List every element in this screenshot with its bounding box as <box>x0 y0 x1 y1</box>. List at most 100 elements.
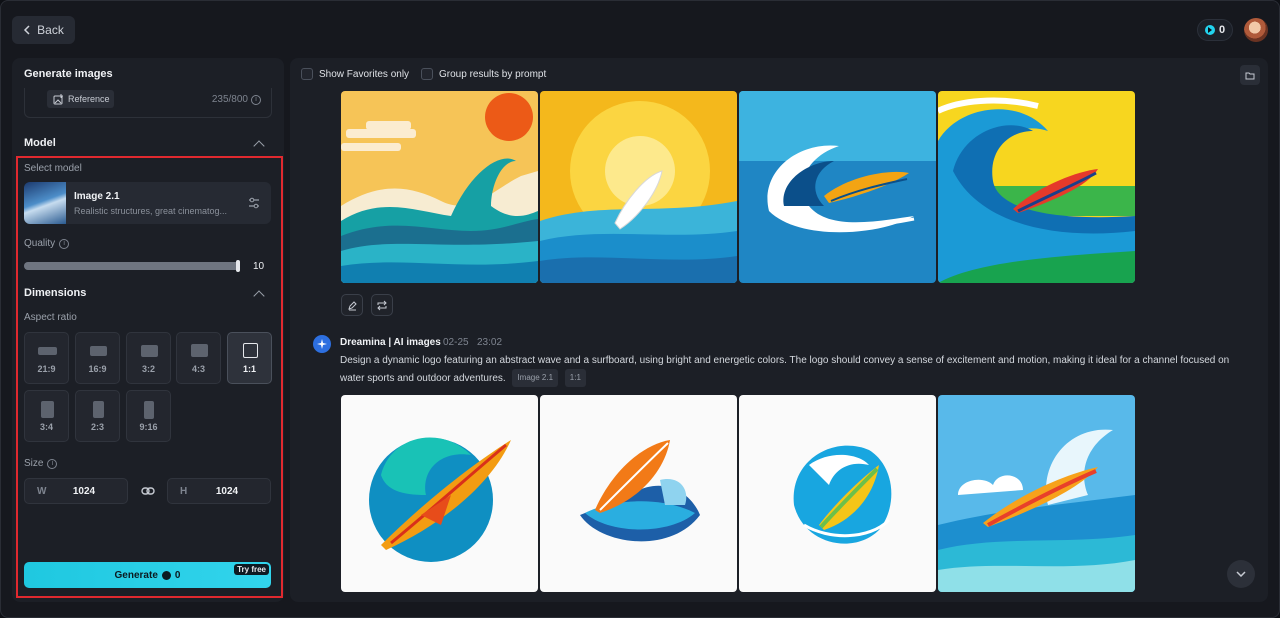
entry-date: 02-25 <box>443 337 469 348</box>
credit-coin-icon <box>1204 25 1215 35</box>
ratio-16-9[interactable]: 16:9 <box>75 332 120 384</box>
ratio-label: 9:16 <box>139 422 158 432</box>
dreamina-logo-icon <box>313 335 331 353</box>
logo-orange-board-image <box>540 395 737 592</box>
logo-swirl-board-image <box>739 395 936 592</box>
generate-label: Generate <box>114 569 158 581</box>
prompt-input[interactable]: Reference 235/800 i <box>24 88 272 118</box>
prompt-text: Design a dynamic logo featuring an abstr… <box>340 353 1235 387</box>
height-field[interactable]: H 1024 <box>167 478 271 504</box>
ratio-shape-icon <box>141 345 158 357</box>
scroll-down-button[interactable] <box>1227 560 1255 588</box>
surfboard-sun-image <box>540 91 737 283</box>
info-icon: i <box>47 458 58 469</box>
back-button[interactable]: Back <box>12 16 75 44</box>
generate-cost: 0 <box>174 569 181 581</box>
ratio-tag: 1:1 <box>564 369 586 387</box>
size-label: Size <box>24 458 44 469</box>
ratio-3-2[interactable]: 3:2 <box>126 332 171 384</box>
entry-time: 23:02 <box>477 337 503 348</box>
aspect-ratio-label: Aspect ratio <box>24 312 77 323</box>
surf-wave-image <box>938 395 1135 592</box>
reference-label: Reference <box>68 94 110 104</box>
model-selector[interactable]: Image 2.1 Realistic structures, great ci… <box>24 182 271 224</box>
ratio-shape-icon <box>191 344 208 357</box>
logo-wave-board-image <box>341 395 538 592</box>
image-add-icon <box>53 93 63 104</box>
model-thumbnail <box>24 182 66 224</box>
ratio-3-4[interactable]: 3:4 <box>24 390 69 442</box>
select-model-label: Select model <box>24 163 82 174</box>
settings-sliders-icon[interactable] <box>247 196 261 210</box>
quality-label-row: Quality i <box>24 238 70 249</box>
credits-badge[interactable]: 0 <box>1197 19 1233 41</box>
regenerate-button[interactable] <box>371 294 393 316</box>
ratio-label: 3:2 <box>141 364 155 374</box>
panel-title: Generate images <box>24 68 113 80</box>
ratio-label: 16:9 <box>88 364 107 374</box>
ratio-label: 2:3 <box>90 422 104 432</box>
show-favorites-toggle[interactable]: Show Favorites only <box>301 68 409 80</box>
ratio-9-16[interactable]: 9:16 <box>126 390 171 442</box>
ratio-4-3[interactable]: 4:3 <box>176 332 221 384</box>
chevron-left-icon <box>24 25 30 35</box>
folder-icon <box>1245 72 1255 79</box>
ratio-1-1[interactable]: 1:1 <box>227 332 272 384</box>
width-field[interactable]: W 1024 <box>24 478 128 504</box>
top-bar: Back 0 <box>0 0 1280 58</box>
height-prefix: H <box>180 486 188 497</box>
ratio-shape-icon <box>144 401 154 419</box>
wave-yellow-image <box>938 91 1135 283</box>
ratio-label: 21:9 <box>37 364 56 374</box>
ratio-21-9[interactable]: 21:9 <box>24 332 69 384</box>
height-value: 1024 <box>215 486 239 497</box>
quality-slider-handle[interactable] <box>236 260 240 272</box>
checkbox[interactable] <box>301 68 313 80</box>
edit-button[interactable] <box>341 294 363 316</box>
author-name: Dreamina | AI images <box>340 337 441 348</box>
quality-slider-fill <box>24 262 240 270</box>
dimensions-title: Dimensions <box>24 287 87 299</box>
generated-image[interactable] <box>341 395 538 592</box>
wave-logo-image <box>739 91 936 283</box>
ratio-shape-icon <box>93 401 104 418</box>
width-prefix: W <box>37 486 47 497</box>
model-name: Image 2.1 <box>74 191 120 202</box>
ratio-label: 3:4 <box>39 422 53 432</box>
checkbox[interactable] <box>421 68 433 80</box>
ratio-shape-icon <box>41 401 54 418</box>
link-icon[interactable] <box>141 486 155 496</box>
folder-button[interactable] <box>1240 65 1260 85</box>
generated-image[interactable] <box>341 91 538 283</box>
prompt-body: Design a dynamic logo featuring an abstr… <box>340 355 1230 384</box>
generated-image[interactable] <box>938 395 1135 592</box>
generated-image[interactable] <box>739 91 936 283</box>
info-icon: i <box>251 94 261 105</box>
reference-button[interactable]: Reference <box>47 90 114 108</box>
char-count-text: 235/800 <box>211 94 248 105</box>
model-tag: Image 2.1 <box>512 369 559 387</box>
show-favorites-label: Show Favorites only <box>319 68 410 80</box>
quality-label: Quality <box>24 238 56 249</box>
back-label: Back <box>37 23 64 37</box>
avatar[interactable] <box>1244 18 1268 42</box>
group-by-prompt-toggle[interactable]: Group results by prompt <box>421 68 546 80</box>
generate-button[interactable]: Generate 0 Try free <box>24 562 271 588</box>
generated-image[interactable] <box>739 395 936 592</box>
quality-value: 10 <box>253 261 265 272</box>
generated-image[interactable] <box>938 91 1135 283</box>
ratio-2-3[interactable]: 2:3 <box>75 390 120 442</box>
results-panel: Show Favorites only Group results by pro… <box>290 58 1268 602</box>
ratio-shape-icon <box>90 346 107 356</box>
pencil-icon <box>347 300 357 310</box>
size-label-row: Size i <box>24 458 58 469</box>
group-by-prompt-label: Group results by prompt <box>439 68 547 80</box>
chevron-down-icon <box>1236 571 1246 577</box>
ratio-label: 1:1 <box>242 364 256 374</box>
quality-slider[interactable] <box>24 262 240 270</box>
credits-count: 0 <box>1218 24 1226 36</box>
width-value: 1024 <box>72 486 96 497</box>
char-counter: 235/800 i <box>212 94 261 105</box>
generated-image[interactable] <box>540 395 737 592</box>
generated-image[interactable] <box>540 91 737 283</box>
